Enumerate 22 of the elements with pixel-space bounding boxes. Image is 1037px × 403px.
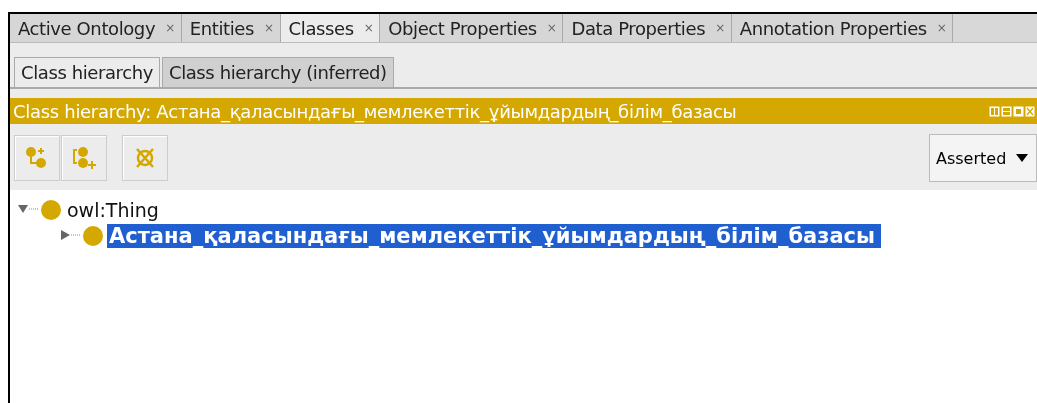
tab[interactable]: Class hierarchy (inferred) [161, 57, 394, 87]
close-icon[interactable]: × [715, 21, 725, 35]
add-sibling-icon [71, 145, 97, 171]
delete-class-button[interactable] [122, 135, 168, 181]
tree-item[interactable]: Астана_қаласындағы_мемлекеттік_ұйымдардың_білім_базасы [107, 224, 882, 248]
mode-dropdown[interactable]: Asserted [929, 134, 1037, 182]
tab[interactable]: Classes × [280, 14, 381, 42]
expander-icon[interactable] [60, 229, 82, 243]
close-icon[interactable]: × [165, 21, 175, 35]
close-icon[interactable]: × [363, 21, 374, 35]
caret-icon [1016, 154, 1029, 162]
window-controls-icon[interactable] [989, 105, 1035, 117]
add-subclass-button[interactable] [14, 135, 60, 181]
close-icon[interactable]: × [263, 21, 274, 35]
class-icon [82, 225, 104, 247]
tab[interactable]: Class hierarchy [14, 57, 160, 87]
close-icon[interactable]: × [546, 21, 557, 35]
close-icon[interactable]: × [936, 21, 947, 35]
tree-item[interactable]: owl:Thing [65, 198, 165, 222]
add-sibling-button[interactable] [61, 135, 107, 181]
view-title: Class hierarchy: Астана_қаласындағы_мемлекеттік_ұйымдардың_білім_базасы [13, 100, 737, 122]
class-icon [40, 199, 62, 221]
